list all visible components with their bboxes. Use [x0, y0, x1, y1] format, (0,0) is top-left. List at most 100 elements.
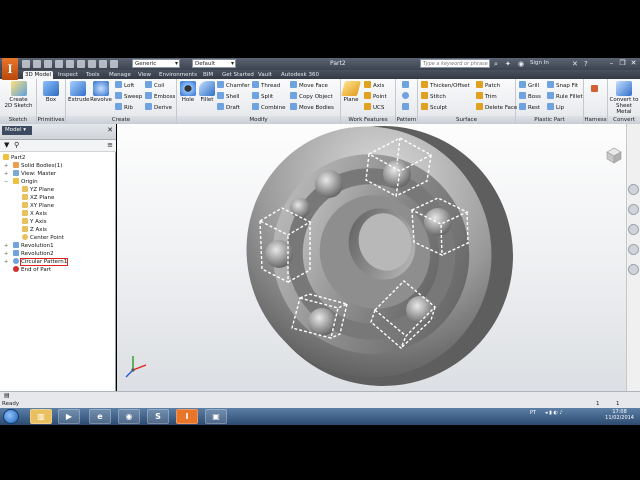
print-icon[interactable]: [110, 60, 118, 68]
graphics-window[interactable]: [117, 124, 626, 391]
loft-button[interactable]: Loft: [115, 81, 134, 91]
new-icon[interactable]: [22, 60, 30, 68]
circular-pattern-button[interactable]: [402, 92, 411, 102]
style-combo[interactable]: Generic: [132, 59, 180, 68]
tray-icons[interactable]: ◂ ▮ ◐ ♪: [545, 410, 563, 416]
split-button[interactable]: Split: [252, 92, 273, 102]
ball-4[interactable]: [308, 308, 336, 336]
chamfer-button[interactable]: Chamfer: [217, 81, 250, 91]
tree-item-end-of-part[interactable]: End of Part: [13, 266, 51, 274]
mirror-button[interactable]: [402, 103, 411, 113]
ball-3[interactable]: [406, 296, 434, 324]
tab-tools[interactable]: Tools: [84, 71, 102, 79]
shell-button[interactable]: Shell: [217, 92, 239, 102]
rectangular-pattern-button[interactable]: [402, 81, 411, 91]
snap-fit-button[interactable]: Snap Fit: [547, 81, 578, 91]
tree-item-xz-plane[interactable]: XZ Plane: [22, 194, 54, 202]
harness-button[interactable]: [591, 85, 600, 95]
help-icon[interactable]: ?: [584, 60, 588, 68]
create-2d-sketch-button[interactable]: Create 2D Sketch: [2, 81, 35, 109]
minimize-icon[interactable]: –: [607, 59, 616, 68]
stitch-button[interactable]: Stitch: [421, 92, 446, 102]
plane-button[interactable]: Plane: [340, 81, 362, 103]
thicken-offset-button[interactable]: Thicken/Offset: [421, 81, 470, 91]
binoculars-icon[interactable]: ⌕: [494, 60, 498, 68]
convert-to-sheet-metal-button[interactable]: Convert to Sheet Metal: [609, 81, 639, 115]
tab-environments[interactable]: Environments: [157, 71, 199, 79]
undo-icon[interactable]: [55, 60, 63, 68]
start-button[interactable]: [3, 409, 19, 424]
look-at-icon[interactable]: [628, 264, 639, 275]
document-list-icon[interactable]: ▤: [4, 392, 10, 400]
tab-get-started[interactable]: Get Started: [220, 71, 256, 79]
coil-button[interactable]: Coil: [145, 81, 164, 91]
ucs-button[interactable]: UCS: [364, 103, 384, 113]
chrome-taskbar-icon[interactable]: ◉: [118, 409, 140, 424]
app-taskbar-icon[interactable]: ▣: [205, 409, 227, 424]
expand-icon[interactable]: +: [4, 259, 8, 265]
search-input[interactable]: Type a keyword or phrase: [420, 59, 490, 68]
steering-wheel-icon[interactable]: [628, 184, 639, 195]
tab-manage[interactable]: Manage: [107, 71, 133, 79]
update-icon[interactable]: [99, 60, 107, 68]
tree-item-center-point[interactable]: Center Point: [22, 234, 64, 242]
open-icon[interactable]: [33, 60, 41, 68]
extrude-button[interactable]: Extrude: [68, 81, 90, 103]
system-clock[interactable]: 17:08 11/02/2014: [605, 409, 634, 421]
tree-item-circular-pattern1[interactable]: Circular Pattern1: [13, 258, 69, 266]
tree-item-yz-plane[interactable]: YZ Plane: [22, 186, 54, 194]
pan-icon[interactable]: [628, 204, 639, 215]
emboss-button[interactable]: Emboss: [145, 92, 175, 102]
subscription-icon[interactable]: ✦: [505, 60, 511, 68]
sign-in-button[interactable]: Sign In: [530, 60, 549, 66]
tab-vault[interactable]: Vault: [256, 71, 274, 79]
zoom-icon[interactable]: [628, 224, 639, 235]
tree-item-origin[interactable]: Origin: [13, 178, 38, 186]
internet-explorer-taskbar-icon[interactable]: e: [89, 409, 111, 424]
tab-autodesk-360[interactable]: Autodesk 360: [279, 71, 321, 79]
tree-item-revolution1[interactable]: Revolution1: [13, 242, 54, 250]
select-icon[interactable]: [88, 60, 96, 68]
expand-icon[interactable]: +: [4, 163, 8, 169]
ball-1[interactable]: [383, 160, 411, 188]
collapse-icon[interactable]: −: [4, 179, 8, 185]
exchange-icon[interactable]: ✕: [572, 60, 578, 68]
orbit-icon[interactable]: [628, 244, 639, 255]
save-icon[interactable]: [44, 60, 52, 68]
browser-close-icon[interactable]: ✕: [107, 126, 113, 134]
bearing-model[interactable]: [117, 124, 626, 391]
axis-button[interactable]: Axis: [364, 81, 384, 91]
move-face-button[interactable]: Move Face: [290, 81, 328, 91]
rest-button[interactable]: Rest: [519, 103, 540, 113]
ball-6[interactable]: [315, 170, 343, 198]
filter-icon[interactable]: ▼: [4, 141, 9, 149]
box-button[interactable]: Box: [41, 81, 61, 103]
tree-item-xy-plane[interactable]: XY Plane: [22, 202, 54, 210]
browser-tab-model[interactable]: Model ▾: [2, 126, 32, 135]
tab-3d-model[interactable]: 3D Model: [23, 71, 53, 79]
inventor-taskbar-icon[interactable]: I: [176, 409, 198, 424]
rule-fillet-button[interactable]: Rule Fillet: [547, 92, 583, 102]
ball-5[interactable]: [265, 240, 293, 268]
tree-item-solid-bodies[interactable]: Solid Bodies(1): [13, 162, 62, 170]
skype-taskbar-icon[interactable]: S: [147, 409, 169, 424]
thread-button[interactable]: Thread: [252, 81, 280, 91]
tree-item-view-master[interactable]: View: Master: [13, 170, 56, 178]
redo-icon[interactable]: [66, 60, 74, 68]
derive-button[interactable]: Derive: [145, 103, 172, 113]
ball-7[interactable]: [290, 198, 310, 218]
expand-icon[interactable]: +: [4, 251, 8, 257]
user-icon[interactable]: ◉: [518, 60, 524, 68]
boss-button[interactable]: Boss: [519, 92, 541, 102]
tab-view[interactable]: View: [136, 71, 153, 79]
fillet-button[interactable]: Fillet: [198, 81, 216, 103]
tree-item-revolution2[interactable]: Revolution2: [13, 250, 54, 258]
tab-inspect[interactable]: Inspect: [56, 71, 80, 79]
point-button[interactable]: Point: [364, 92, 387, 102]
explorer-taskbar-icon[interactable]: ▥: [30, 409, 52, 424]
expand-icon[interactable]: +: [4, 171, 8, 177]
move-bodies-button[interactable]: Move Bodies: [290, 103, 334, 113]
language-indicator[interactable]: PT: [530, 410, 536, 416]
application-menu-button[interactable]: I: [2, 58, 18, 80]
delete-face-button[interactable]: Delete Face: [476, 103, 517, 113]
